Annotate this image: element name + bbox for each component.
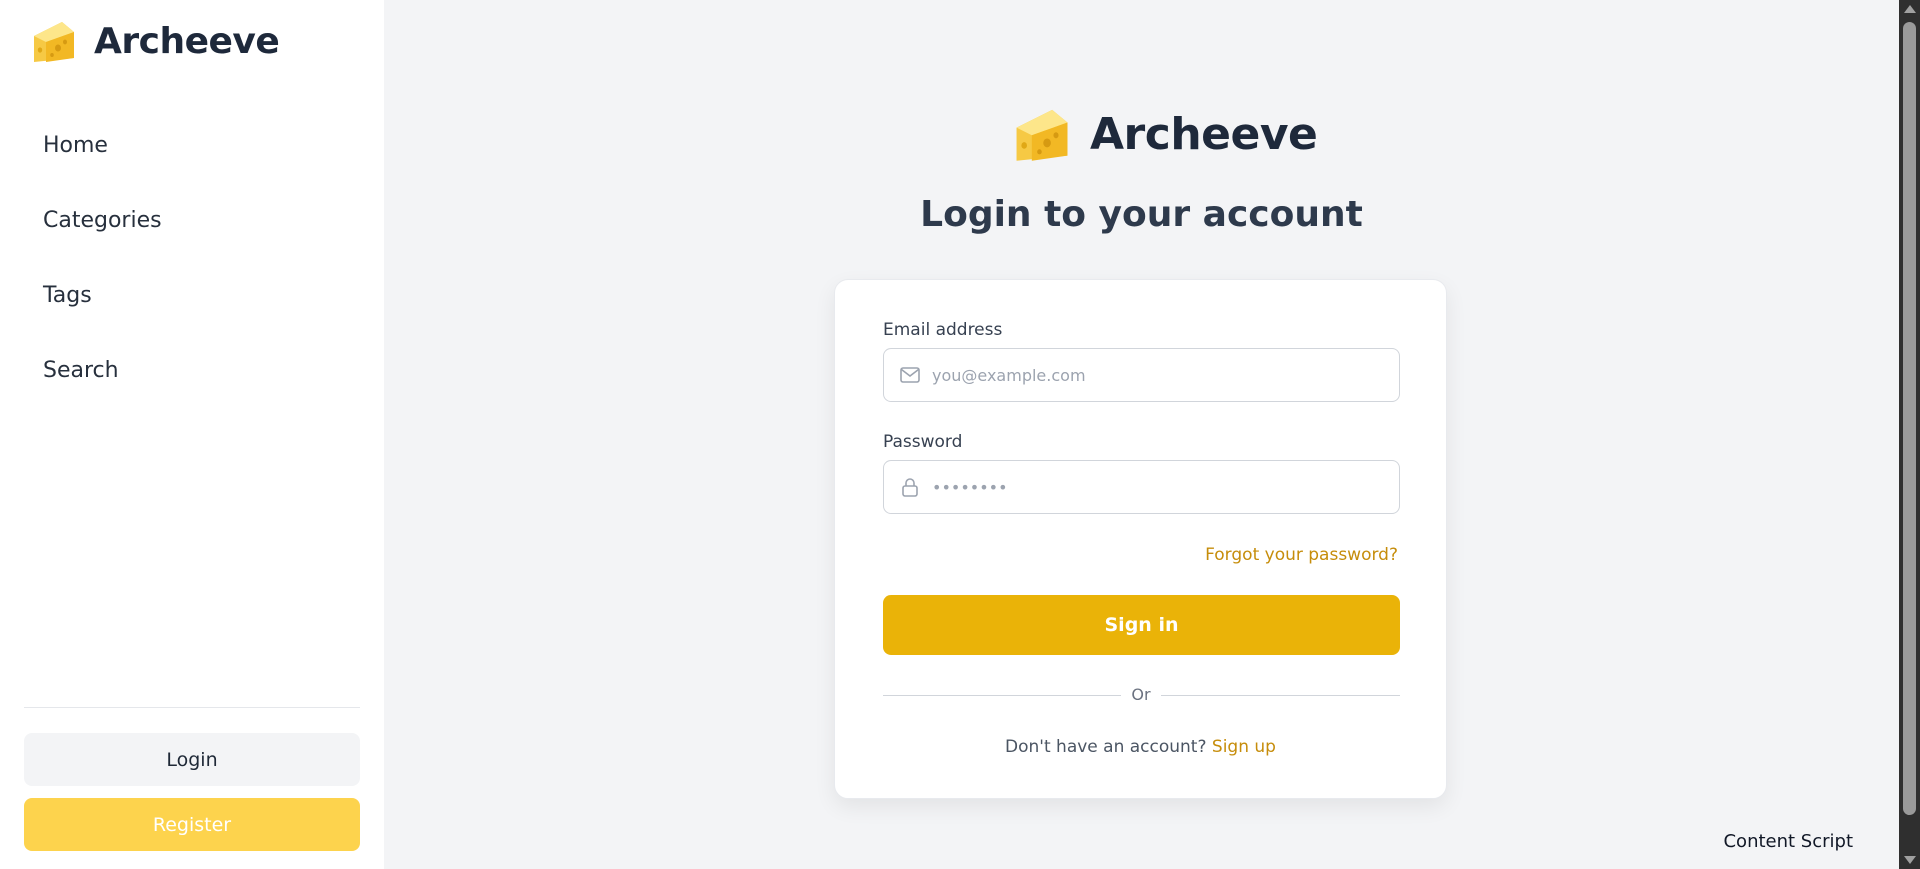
sidebar-item-home[interactable]: Home [43,128,162,203]
password-label: Password [883,432,963,452]
login-card: Email address Password Forgot your passw… [834,279,1447,799]
signup-row: Don't have an account? Sign up [835,737,1446,757]
scroll-down-arrow-icon[interactable] [1904,856,1916,864]
lock-icon [902,478,918,497]
sidebar: Archeeve Home Categories Tags Search Log… [0,0,384,869]
password-input[interactable] [932,461,1392,513]
password-field[interactable] [883,460,1400,514]
sidebar-nav: Home Categories Tags Search [43,128,162,428]
register-button[interactable]: Register [24,798,360,851]
divider-line-left [883,695,1121,696]
forgot-password-link[interactable]: Forgot your password? [1205,545,1398,565]
email-field[interactable] [883,348,1400,402]
divider-or-label: Or [1131,685,1151,704]
email-label: Email address [883,320,1003,340]
sidebar-item-search[interactable]: Search [43,353,162,428]
scrollbar-thumb[interactable] [1903,22,1916,815]
brand-name: Archeeve [94,20,280,62]
email-input[interactable] [932,349,1392,401]
center-logo: Archeeve [1014,104,1318,164]
vertical-scrollbar[interactable] [1899,0,1920,869]
scroll-up-arrow-icon[interactable] [1904,5,1916,13]
sidebar-item-categories[interactable]: Categories [43,203,162,278]
sidebar-brand[interactable]: Archeeve [32,18,280,64]
cheese-logo-icon [34,22,74,62]
login-button[interactable]: Login [24,733,360,786]
logo-text: Archeeve [1090,108,1318,160]
divider-line-right [1161,695,1400,696]
cheese-logo-icon [1016,109,1068,161]
content-script-label: Content Script [1723,831,1853,852]
mail-icon [900,367,920,383]
sign-up-link[interactable]: Sign up [1212,737,1276,757]
sidebar-divider [24,707,360,708]
main-content: Archeeve Login to your account Email add… [384,0,1899,869]
no-account-text: Don't have an account? [1005,737,1207,757]
sidebar-item-tags[interactable]: Tags [43,278,162,353]
sign-in-button[interactable]: Sign in [883,595,1400,655]
page-title: Login to your account [920,194,1363,235]
